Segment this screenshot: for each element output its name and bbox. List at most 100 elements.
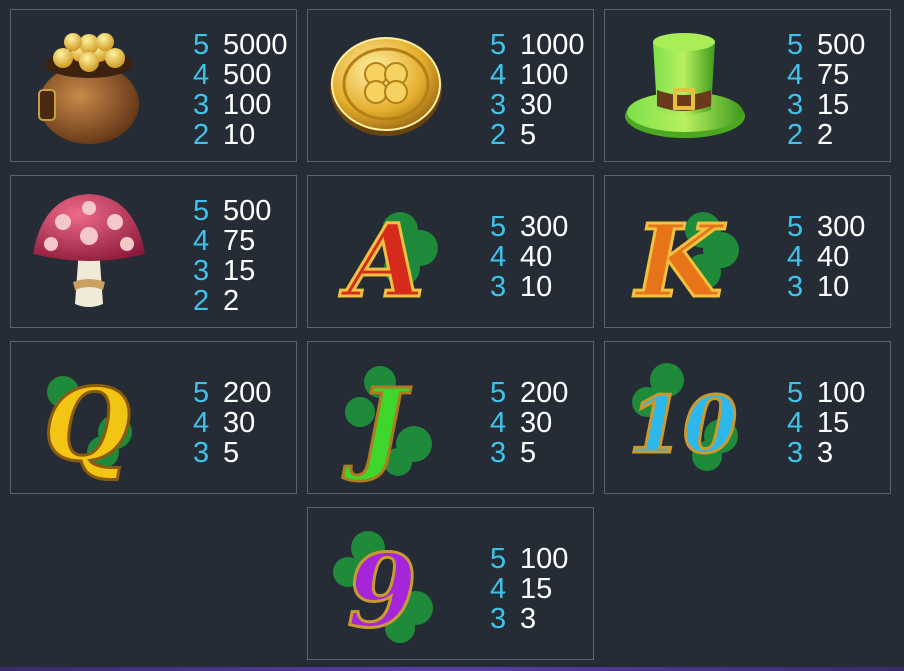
payout-row: 5 300 [490,212,568,242]
mushroom-icon [23,186,155,318]
payout-value: 15 [520,573,553,605]
payout-row: 5 500 [787,30,865,60]
payout-list: 5 200 4 30 35 [490,378,568,468]
payout-row: 22 [193,286,271,316]
payout-value: 30 [520,89,553,121]
payout-row: 5 5000 [193,30,288,60]
payout-value: 1000 [520,29,585,61]
match-count: 4 [490,241,507,273]
payout-row: 35 [490,438,568,468]
payout-value: 10 [223,119,256,151]
payout-row: 4 500 [193,60,288,90]
match-count: 3 [490,437,507,469]
payout-value: 100 [223,89,272,121]
number-9-glyph: 9 [347,532,417,650]
payout-row: 5 300 [787,212,865,242]
payout-value: 300 [817,211,866,243]
paytable-cell-mushroom: 5 500 4 75 3 15 22 [10,175,297,328]
payout-row: 35 [193,438,271,468]
payout-row: 3 100 [193,90,288,120]
match-count: 5 [787,29,804,61]
match-count: 5 [490,29,507,61]
payout-row: 25 [490,120,585,150]
match-count: 2 [193,119,210,151]
payout-value: 5 [520,119,537,151]
payout-list: 5 500 4 75 3 15 22 [193,196,271,316]
match-count: 4 [490,573,507,605]
payout-row: 4 15 [490,574,568,604]
payout-value: 100 [520,543,569,575]
match-count: 5 [490,543,507,575]
letter-a-icon: A [320,186,452,318]
payout-list: 5 100 4 15 33 [490,544,568,634]
payout-value: 2 [817,119,834,151]
payout-value: 15 [817,407,850,439]
payout-list: 5 300 4 40 3 10 [490,212,568,302]
leprechaun-hat-icon [617,20,749,152]
paytable-cell-number-9: 9 5 100 4 15 33 [307,507,594,660]
payout-value: 5000 [223,29,288,61]
payout-value: 2 [223,285,240,317]
match-count: 3 [193,89,210,121]
match-count: 4 [193,407,210,439]
payout-value: 75 [223,225,256,257]
payout-value: 100 [817,377,866,409]
payout-value: 5 [223,437,240,469]
payout-value: 75 [817,59,850,91]
match-count: 5 [490,211,507,243]
payout-list: 5 200 4 30 35 [193,378,271,468]
match-count: 2 [193,285,210,317]
match-count: 3 [193,437,210,469]
payout-row: 5 200 [193,378,271,408]
letter-k-glyph: K [633,202,727,318]
match-count: 2 [787,119,804,151]
paytable-cell-letter-q: Q 5 200 4 30 35 [10,341,297,494]
paytable-cell-pot-of-gold: 5 5000 4 500 3 100 2 10 [10,9,297,162]
payout-row: 5 500 [193,196,271,226]
pot-of-gold-icon [23,20,155,152]
paytable-cell-number-10: 10 5 100 4 15 33 [604,341,891,494]
payout-row: 4 15 [787,408,865,438]
paytable-cell-gold-coin: 5 1000 4 100 3 30 25 [307,9,594,162]
number-9-icon: 9 [320,518,452,650]
match-count: 5 [193,195,210,227]
payout-row: 5 1000 [490,30,585,60]
payout-row: 33 [787,438,865,468]
payout-value: 15 [223,255,256,287]
payout-row: 3 15 [787,90,865,120]
payout-value: 30 [520,407,553,439]
payout-value: 200 [520,377,569,409]
payout-list: 5 100 4 15 33 [787,378,865,468]
letter-q-icon: Q [23,352,155,485]
payout-list: 5 1000 4 100 3 30 25 [490,30,585,150]
match-count: 3 [490,603,507,635]
match-count: 4 [787,59,804,91]
match-count: 4 [490,407,507,439]
paytable: 5 5000 4 500 3 100 2 10 5 1000 4 100 3 3… [0,0,904,671]
match-count: 3 [490,271,507,303]
match-count: 5 [490,377,507,409]
gold-clover-coin-icon [320,20,452,152]
payout-list: 5 500 4 75 3 15 22 [787,30,865,150]
match-count: 4 [490,59,507,91]
payout-value: 200 [223,377,272,409]
match-count: 3 [787,437,804,469]
payout-value: 40 [817,241,850,273]
payout-row: 5 100 [787,378,865,408]
payout-row: 5 200 [490,378,568,408]
payout-list: 5 300 4 40 3 10 [787,212,865,302]
payout-row: 3 30 [490,90,585,120]
paytable-cell-letter-k: K 5 300 4 40 3 10 [604,175,891,328]
payout-value: 3 [817,437,834,469]
match-count: 3 [193,255,210,287]
match-count: 2 [490,119,507,151]
payout-value: 40 [520,241,553,273]
letter-j-icon: J [320,352,452,484]
number-10-icon: 10 [617,352,749,484]
payout-value: 10 [520,271,553,303]
payout-row: 33 [490,604,568,634]
payout-value: 500 [223,195,272,227]
paytable-cell-leprechaun-hat: 5 500 4 75 3 15 22 [604,9,891,162]
match-count: 4 [193,59,210,91]
match-count: 4 [193,225,210,257]
